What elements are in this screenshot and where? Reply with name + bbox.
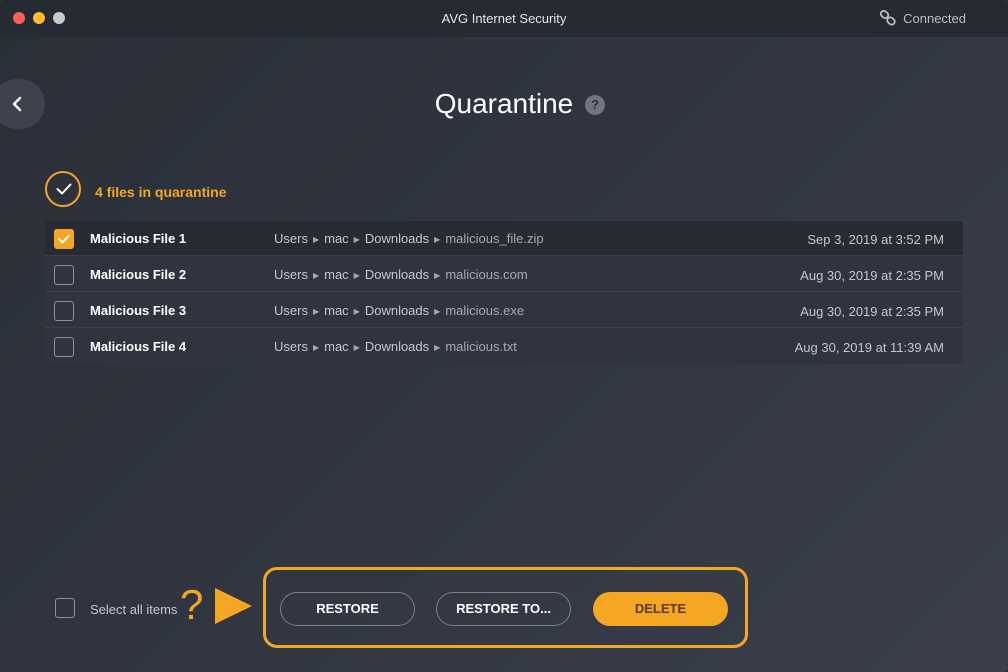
path-segment: mac xyxy=(324,339,349,354)
help-icon[interactable]: ? xyxy=(585,95,605,115)
path-separator-icon: ▶ xyxy=(353,271,360,280)
path-separator-icon: ▶ xyxy=(312,271,320,280)
path-separator-icon: ▶ xyxy=(353,235,360,244)
file-path: Users ▶ mac ▶ Downloads ▶ malicious.com xyxy=(274,267,528,282)
checkmark-icon xyxy=(56,183,72,195)
select-all-label[interactable]: Select all items xyxy=(90,602,177,617)
file-name: Malicious File 1 xyxy=(90,231,187,246)
chain-link-icon xyxy=(879,9,897,26)
quarantine-file-list: Malicious File 1 Users ▶ mac ▶ Downloads ▶ mal… xyxy=(45,221,963,364)
path-segment: Downloads xyxy=(364,303,430,318)
path-segment: Downloads xyxy=(364,231,430,246)
path-segment: Users xyxy=(274,339,308,354)
file-path: Users ▶ mac ▶ Downloads ▶ malicious.exe xyxy=(274,303,524,318)
path-segment: mac xyxy=(324,231,349,246)
file-filename: malicious.exe xyxy=(445,303,525,318)
file-date: Aug 30, 2019 at 11:39 AM xyxy=(794,340,944,355)
file-filename: malicious.txt xyxy=(445,339,517,354)
file-checkbox[interactable] xyxy=(54,265,74,285)
restore-button[interactable]: RESTORE xyxy=(280,592,415,626)
summary-check-icon xyxy=(45,171,81,207)
file-checkbox[interactable] xyxy=(54,337,74,357)
path-segment: Downloads xyxy=(364,267,430,282)
path-separator-icon: ▶ xyxy=(353,343,360,352)
file-filename: malicious.com xyxy=(445,267,528,282)
path-separator-icon: ▶ xyxy=(434,307,441,316)
quarantine-count: 4 files in quarantine xyxy=(95,184,227,200)
file-date: Sep 3, 2019 at 3:52 PM xyxy=(807,232,944,247)
path-segment: mac xyxy=(324,303,349,318)
restore-to-button[interactable]: RESTORE TO... xyxy=(436,592,571,626)
file-name: Malicious File 4 xyxy=(90,339,187,354)
path-separator-icon: ▶ xyxy=(312,235,320,244)
page-title: Quarantine xyxy=(434,88,574,119)
path-segment: Downloads xyxy=(364,339,430,354)
file-checkbox[interactable] xyxy=(54,301,74,321)
annotation-question-mark: ? xyxy=(180,581,204,628)
path-separator-icon: ▶ xyxy=(434,235,441,244)
path-segment: mac xyxy=(324,267,349,282)
path-separator-icon: ▶ xyxy=(312,307,320,316)
arrow-right-icon xyxy=(215,588,252,624)
file-date: Aug 30, 2019 at 2:35 PM xyxy=(800,304,944,319)
checkmark-icon xyxy=(58,234,70,244)
path-separator-icon: ▶ xyxy=(312,343,320,352)
file-path: Users ▶ mac ▶ Downloads ▶ malicious_file.zip xyxy=(274,231,544,246)
file-row[interactable]: Malicious File 3 Users ▶ mac ▶ Downloads ▶ mal… xyxy=(45,293,963,328)
file-row[interactable]: Malicious File 4 Users ▶ mac ▶ Downloads ▶ mal… xyxy=(45,329,963,364)
delete-button[interactable]: DELETE xyxy=(593,592,728,626)
file-name: Malicious File 2 xyxy=(90,267,187,282)
file-date: Aug 30, 2019 at 2:35 PM xyxy=(800,268,944,283)
path-segment: Users xyxy=(274,267,308,282)
file-checkbox[interactable] xyxy=(54,229,74,249)
path-separator-icon: ▶ xyxy=(434,343,441,352)
connection-status: Connected xyxy=(903,11,966,26)
file-filename: malicious_file.zip xyxy=(445,231,544,246)
file-row[interactable]: Malicious File 2 Users ▶ mac ▶ Downloads ▶ mal… xyxy=(45,257,963,292)
select-all-checkbox[interactable] xyxy=(55,598,75,618)
path-separator-icon: ▶ xyxy=(434,271,441,280)
window-title: AVG Internet Security xyxy=(441,11,567,26)
file-row[interactable]: Malicious File 1 Users ▶ mac ▶ Downloads ▶ mal… xyxy=(45,221,963,256)
path-segment: Users xyxy=(274,231,308,246)
file-path: Users ▶ mac ▶ Downloads ▶ malicious.txt xyxy=(274,339,517,354)
path-segment: Users xyxy=(274,303,308,318)
title-bar: AVG Internet Security Connected xyxy=(0,0,1008,37)
path-separator-icon: ▶ xyxy=(353,307,360,316)
app-window: AVG Internet Security Connected Quaranti… xyxy=(0,0,1008,672)
file-name: Malicious File 3 xyxy=(90,303,187,318)
